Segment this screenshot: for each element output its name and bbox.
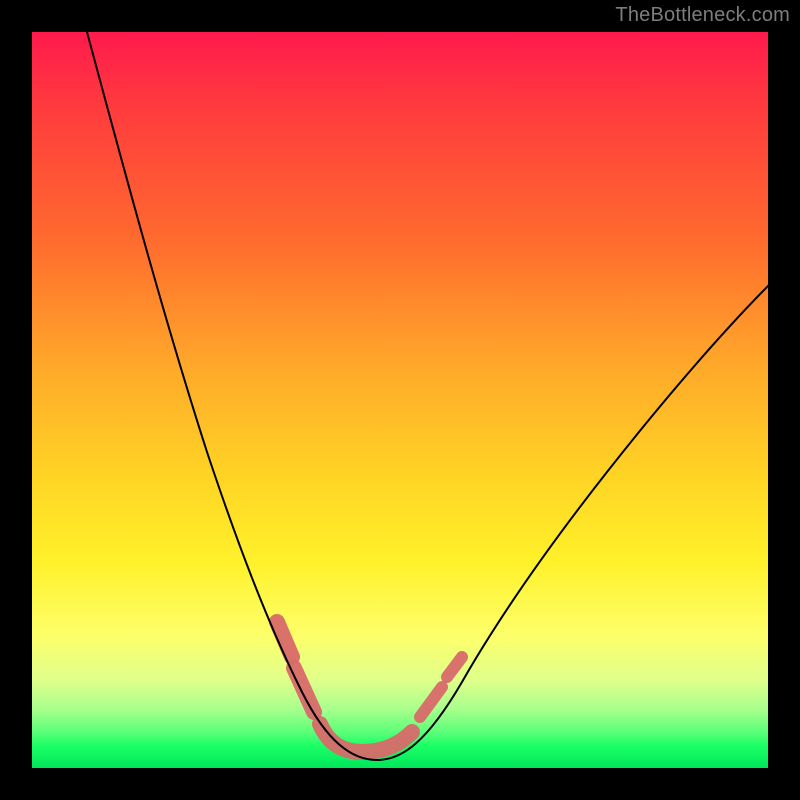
- chart-svg: [32, 32, 768, 768]
- bottleneck-curve: [87, 32, 772, 760]
- watermark-text: TheBottleneck.com: [615, 4, 790, 27]
- highlight-markers: [277, 622, 462, 752]
- plot-area: [32, 32, 768, 768]
- chart-frame: TheBottleneck.com: [0, 0, 800, 800]
